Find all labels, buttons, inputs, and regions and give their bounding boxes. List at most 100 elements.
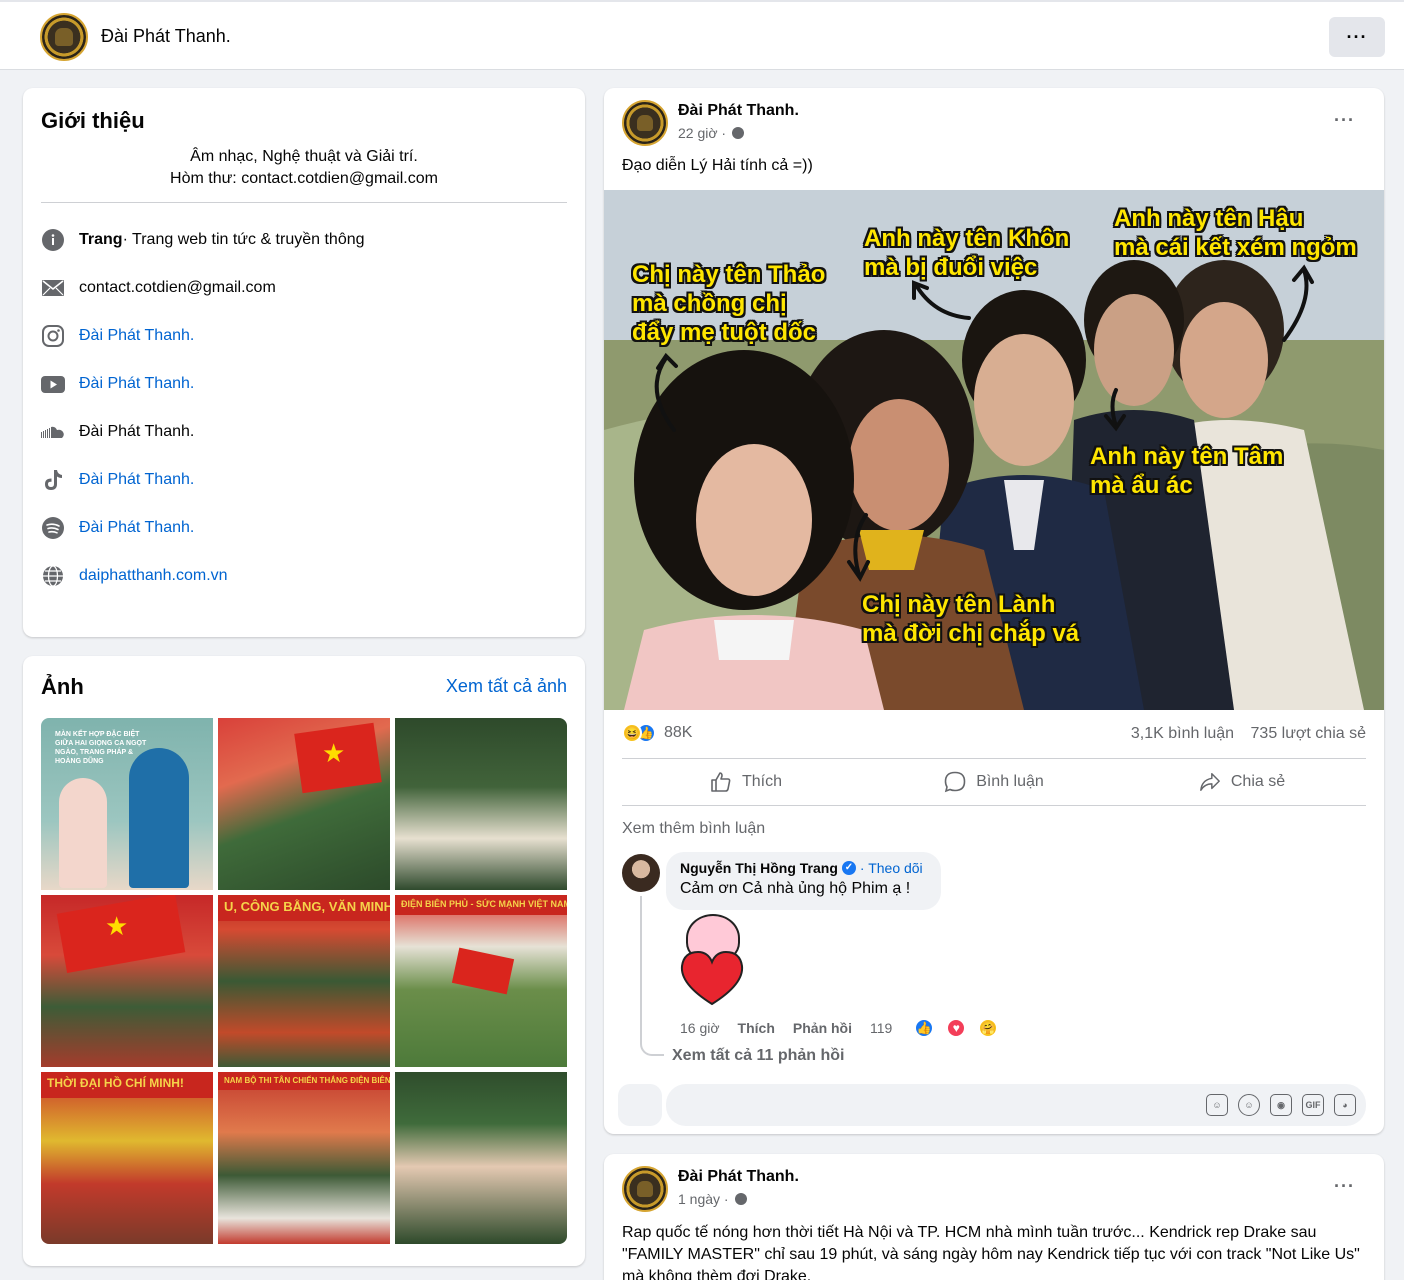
post-more-button[interactable]: ··· (1334, 1176, 1355, 1197)
love-reaction-icon: ♥ (946, 1018, 967, 1038)
photo-person (129, 748, 189, 888)
meme-arrows (654, 264, 1314, 582)
post-timestamp: 1 ngày · (678, 1191, 747, 1207)
bio-line-2: Hòm thư: contact.cotdien@gmail.com (170, 170, 438, 187)
share-label: Chia sẻ (1230, 773, 1286, 790)
post-time-text[interactable]: 22 giờ · (678, 125, 726, 141)
post-text: Đạo diễn Lý Hải tính cả =)) (622, 157, 813, 174)
photo-thumbnail[interactable]: MÀN KẾT HỢP ĐẶC BIỆT GIỮA HAI GIỌNG CA N… (41, 718, 213, 890)
comment-label: Bình luận (976, 773, 1044, 790)
sticker-icon[interactable]: ◕ (1334, 1094, 1356, 1116)
post-time-text[interactable]: 1 ngày · (678, 1191, 729, 1207)
info-icon (41, 228, 65, 252)
soundcloud-icon (41, 420, 65, 444)
photo-thumbnail[interactable]: U, CÔNG BẰNG, VĂN MINH (218, 895, 390, 1067)
post-author-name[interactable]: Đài Phát Thanh. (678, 102, 799, 120)
comment-bubble-icon (944, 771, 966, 793)
photo-thumbnail[interactable] (395, 718, 567, 890)
youtube-icon (41, 372, 65, 396)
like-label: Thích (741, 773, 782, 790)
website-link[interactable]: daiphatthanh.com.vn (79, 567, 228, 585)
comments-count[interactable]: 3,1K bình luận (1131, 725, 1234, 742)
comment-reply-button[interactable]: Phản hồi (793, 1020, 852, 1036)
photo-thumbnail[interactable]: ĐIỆN BIÊN PHỦ - SỨC MẠNH VIỆT NAM THỜI Đ… (395, 895, 567, 1067)
emoji-icon[interactable]: ☺ (1238, 1094, 1260, 1116)
see-all-photos-link[interactable]: Xem tất cả ảnh (446, 676, 567, 697)
globe-icon (41, 564, 65, 588)
info-row-soundcloud: Đài Phát Thanh. (41, 420, 194, 444)
info-row-email: contact.cotdien@gmail.com (41, 276, 276, 300)
intro-heading: Giới thiệu (41, 108, 145, 133)
post-action-bar: Thích Bình luận Chia sẻ (622, 758, 1366, 806)
info-email-text[interactable]: contact.cotdien@gmail.com (79, 279, 276, 297)
photo-thumbnail[interactable]: ★ (41, 895, 213, 1067)
comment-bubble: Nguyễn Thị Hồng Trang ✓ · Theo dõi Cảm ơ… (666, 852, 941, 910)
instagram-icon (41, 324, 65, 348)
spotify-link[interactable]: Đài Phát Thanh. (79, 519, 194, 537)
comment-like-button[interactable]: Thích (738, 1020, 775, 1036)
view-more-comments-link[interactable]: Xem thêm bình luận (622, 820, 765, 838)
heart-sticker (664, 914, 760, 1006)
mail-icon (41, 276, 65, 300)
like-reaction-icon: 👍 (914, 1018, 935, 1038)
post-author-avatar[interactable] (622, 1166, 668, 1212)
verified-badge-icon: ✓ (841, 861, 856, 875)
comment-button[interactable]: Bình luận (870, 759, 1118, 805)
soundcloud-text[interactable]: Đài Phát Thanh. (79, 423, 194, 441)
flag-shape (451, 947, 515, 995)
like-button[interactable]: Thích (622, 759, 870, 805)
intro-card: Giới thiệu Âm nhạc, Nghệ thuật và Giải t… (23, 88, 585, 637)
info-row-category: Trang · Trang web tin tức & truyền thông (41, 228, 365, 252)
info-row-website: daiphatthanh.com.vn (41, 564, 228, 588)
haha-reaction-icon: 😆 (622, 723, 642, 743)
reaction-count[interactable]: 88K (664, 724, 692, 742)
photo-thumbnail[interactable] (395, 1072, 567, 1244)
follow-link[interactable]: · Theo dõi (860, 860, 923, 876)
comment-reactions[interactable]: 119 👍 ♥ 🤗 (870, 1018, 1016, 1038)
shares-count[interactable]: 735 lượt chia sẻ (1251, 725, 1366, 742)
public-globe-icon (732, 127, 745, 139)
post-card-2: Đài Phát Thanh. 1 ngày · ··· Rap quốc tế… (604, 1154, 1384, 1280)
photo-thumbnail[interactable]: ★ (218, 718, 390, 890)
photo-thumbnail[interactable]: THỜI ĐẠI HỒ CHÍ MINH! (41, 1072, 213, 1244)
youtube-link[interactable]: Đài Phát Thanh. (79, 375, 194, 393)
post-more-button[interactable]: ··· (1334, 110, 1355, 131)
comment-reaction-count: 119 (870, 1020, 893, 1036)
heart-icon (680, 950, 744, 1006)
info-category-bold: Trang (79, 231, 123, 248)
comment-meta: 16 giờ Thích Phản hồi 119 👍 ♥ 🤗 (680, 1018, 1016, 1038)
care-reaction-icon: 🤗 (978, 1018, 999, 1038)
comment-time[interactable]: 16 giờ (680, 1020, 720, 1036)
reaction-summary[interactable]: 😆 👍 88K (622, 723, 692, 743)
comment-header: Nguyễn Thị Hồng Trang ✓ · Theo dõi (680, 860, 927, 876)
post-image[interactable]: Chị này tên Thảo mà chồng chị đẩy mẹ tuộ… (604, 190, 1384, 710)
post-author-name[interactable]: Đài Phát Thanh. (678, 1168, 799, 1186)
commenter-name[interactable]: Nguyễn Thị Hồng Trang (680, 860, 838, 876)
star-shape: ★ (105, 911, 129, 941)
tiktok-link[interactable]: Đài Phát Thanh. (79, 471, 194, 489)
comment-text: Cảm ơn Cả nhà ủng hộ Phim ạ ! (680, 880, 911, 897)
spotify-icon (41, 516, 65, 540)
photo-thumbnail[interactable]: NAM BỘ THI TÂN CHIẾN THẮNG ĐIỆN BIÊN PHỦ… (218, 1072, 390, 1244)
info-row-instagram: Đài Phát Thanh. (41, 324, 194, 348)
avatar-sticker-icon[interactable]: ☺ (1206, 1094, 1228, 1116)
camera-icon[interactable]: ◉ (1270, 1094, 1292, 1116)
more-options-button[interactable]: ··· (1329, 17, 1385, 57)
page-avatar[interactable] (40, 13, 88, 61)
info-row-youtube: Đài Phát Thanh. (41, 372, 194, 396)
post-author-avatar[interactable] (622, 100, 668, 146)
share-button[interactable]: Chia sẻ (1118, 759, 1366, 805)
view-all-replies-link[interactable]: Xem tất cả 11 phản hồi (672, 1047, 845, 1065)
comment-input-tools: ☺ ☺ ◉ GIF ◕ (1196, 1094, 1356, 1116)
photos-heading: Ảnh (41, 674, 84, 699)
info-row-spotify: Đài Phát Thanh. (41, 516, 194, 540)
instagram-link[interactable]: Đài Phát Thanh. (79, 327, 194, 345)
gif-icon[interactable]: GIF (1302, 1094, 1324, 1116)
comment-input[interactable]: ☺ ☺ ◉ GIF ◕ (666, 1084, 1366, 1126)
intro-divider (41, 202, 567, 203)
commenter-avatar[interactable] (622, 854, 660, 892)
share-arrow-icon (1199, 771, 1221, 793)
page-header: Đài Phát Thanh. ··· (0, 0, 1404, 70)
photo-person (59, 778, 107, 888)
page-title[interactable]: Đài Phát Thanh. (101, 26, 231, 47)
